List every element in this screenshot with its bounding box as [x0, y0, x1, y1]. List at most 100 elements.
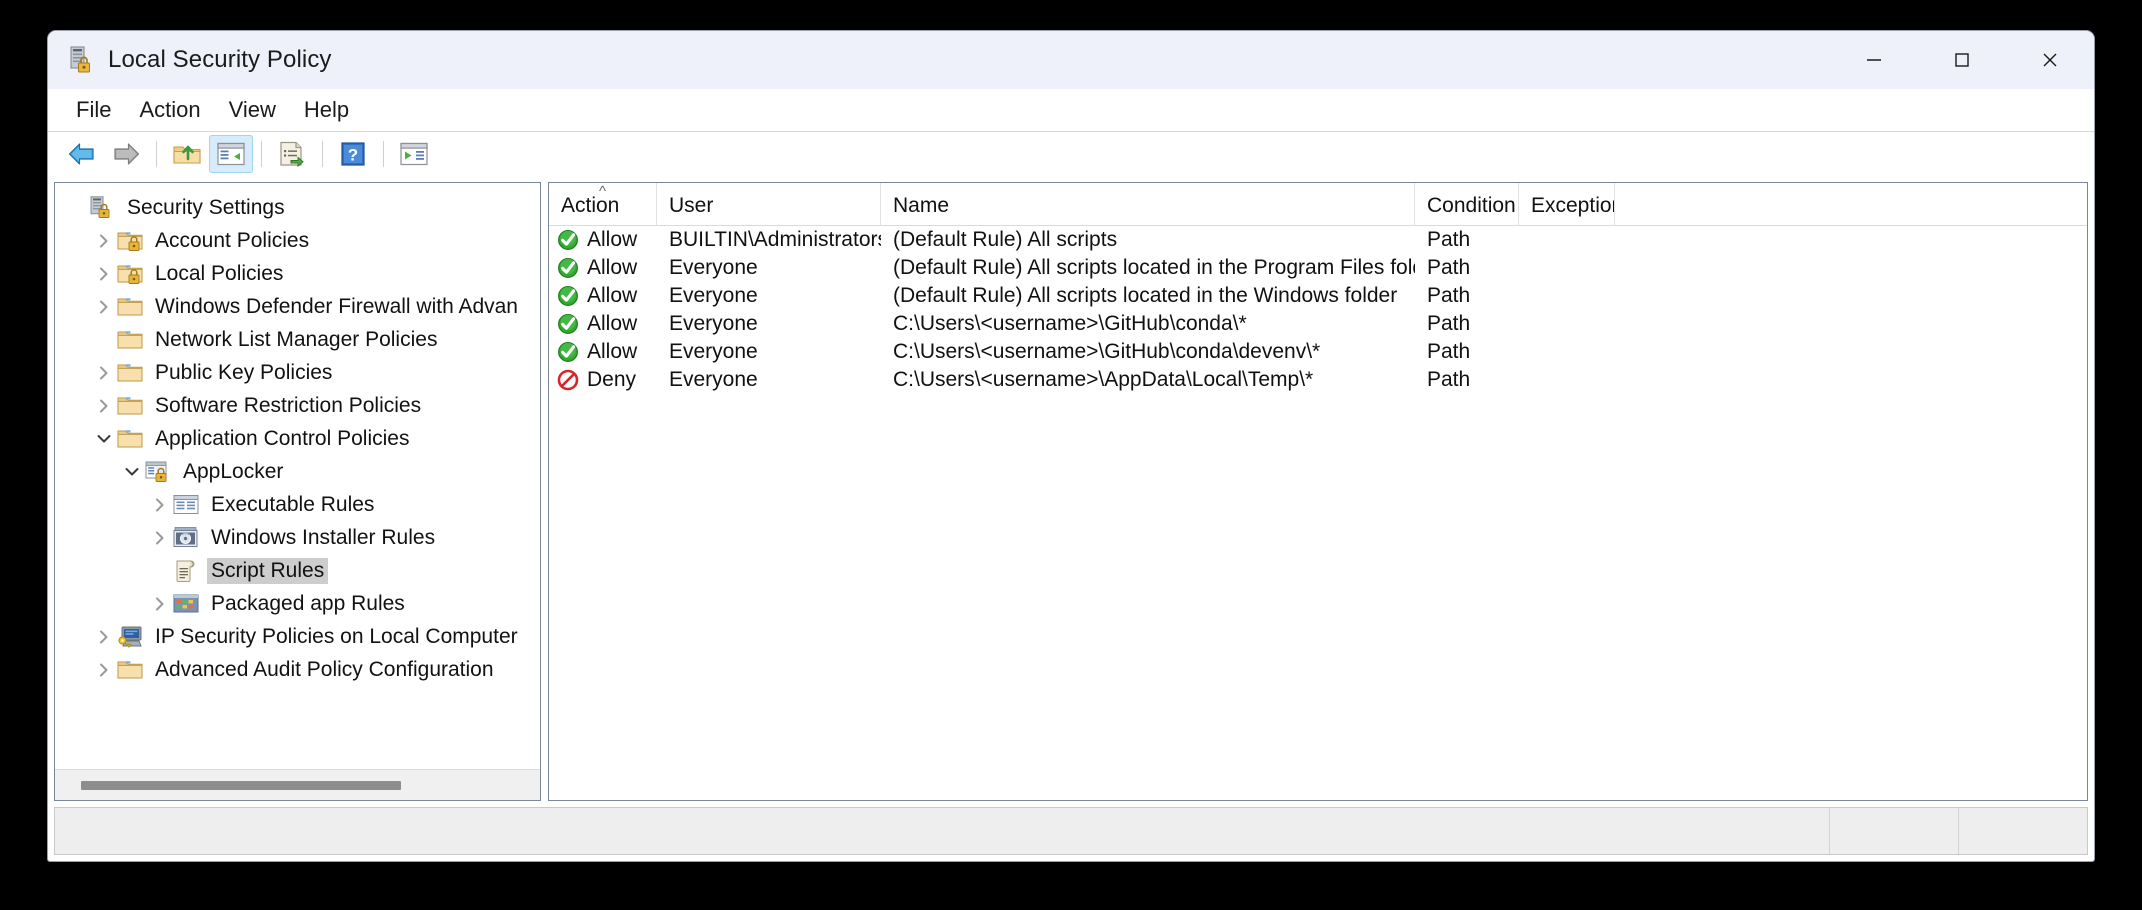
sort-ascending-icon: ^ [599, 184, 606, 199]
chevron-down-icon[interactable] [119, 459, 145, 485]
chevron-right-icon[interactable] [91, 228, 117, 254]
tree-item-application-control-policies[interactable]: Application Control Policies [55, 422, 540, 455]
chevron-right-icon[interactable] [91, 624, 117, 650]
cell-action: Allow [549, 340, 657, 364]
security-settings-icon [89, 196, 115, 220]
rule-row[interactable]: AllowEveryoneC:\Users\<username>\GitHub\… [549, 338, 2087, 366]
tree-item-ip-security-policies-on-local-computer[interactable]: IP Security Policies on Local Computer [55, 620, 540, 653]
forward-button[interactable] [104, 135, 148, 173]
rules-list-pane: ^ActionUserNameConditionExceptions Allow… [548, 182, 2088, 801]
allow-check-icon [557, 257, 579, 279]
cell-user: Everyone [657, 284, 881, 308]
tree-item-packaged-app-rules[interactable]: Packaged app Rules [55, 587, 540, 620]
folder-icon [117, 295, 143, 319]
tree-item-label: Windows Defender Firewall with Advan [151, 294, 522, 320]
cell-user: Everyone [657, 256, 881, 280]
help-button[interactable]: ? [331, 135, 375, 173]
folder-icon [117, 394, 143, 418]
tree-item-advanced-audit-policy-configuration[interactable]: Advanced Audit Policy Configuration [55, 653, 540, 686]
tree-item-security-settings[interactable]: Security Settings [55, 191, 540, 224]
cell-action: Allow [549, 312, 657, 336]
cell-name: C:\Users\<username>\AppData\Local\Temp\* [881, 368, 1415, 392]
rule-row[interactable]: AllowEveryone(Default Rule) All scripts … [549, 282, 2087, 310]
tree-item-network-list-manager-policies[interactable]: Network List Manager Policies [55, 323, 540, 356]
applocker-icon [145, 460, 171, 484]
menu-action[interactable]: Action [125, 93, 214, 127]
column-header-label: Name [893, 194, 949, 218]
export-list-button[interactable] [270, 135, 314, 173]
column-header-action[interactable]: ^Action [549, 183, 657, 225]
rule-row[interactable]: AllowEveryoneC:\Users\<username>\GitHub\… [549, 310, 2087, 338]
tree-item-account-policies[interactable]: Account Policies [55, 224, 540, 257]
installer-rules-icon [173, 526, 199, 550]
tree-item-label: Local Policies [151, 261, 287, 287]
rule-row[interactable]: AllowEveryone(Default Rule) All scripts … [549, 254, 2087, 282]
tree-item-local-policies[interactable]: Local Policies [55, 257, 540, 290]
tree-scroll-region[interactable]: Security Settings Account Policies Local… [55, 183, 540, 769]
chevron-right-icon[interactable] [91, 261, 117, 287]
chevron-right-icon[interactable] [147, 492, 173, 518]
tree-item-windows-defender-firewall-with-advan[interactable]: Windows Defender Firewall with Advan [55, 290, 540, 323]
chevron-right-icon[interactable] [91, 657, 117, 683]
up-one-level-button[interactable] [165, 135, 209, 173]
help-question-icon: ? [340, 141, 366, 167]
folder-lock-icon [117, 262, 143, 286]
menu-file[interactable]: File [62, 93, 125, 127]
ip-security-icon [117, 625, 143, 649]
chevron-right-icon[interactable] [147, 591, 173, 617]
column-header-condition[interactable]: Condition [1415, 183, 1519, 225]
column-header-exceptions[interactable]: Exceptions [1519, 183, 1615, 225]
column-header-label: Exceptions [1531, 194, 1615, 218]
chevron-right-icon[interactable] [91, 294, 117, 320]
column-header-name[interactable]: Name [881, 183, 1415, 225]
column-header-user[interactable]: User [657, 183, 881, 225]
minimize-button[interactable] [1830, 31, 1918, 89]
column-header-label: Action [561, 194, 619, 218]
chevron-right-icon[interactable] [147, 525, 173, 551]
maximize-icon [1952, 50, 1972, 70]
cell-condition: Path [1415, 284, 1519, 308]
ip-security-icon [117, 625, 143, 649]
packaged-app-rules-icon [173, 592, 199, 616]
rule-row[interactable]: DenyEveryoneC:\Users\<username>\AppData\… [549, 366, 2087, 394]
cell-action: Allow [549, 284, 657, 308]
tree-item-public-key-policies[interactable]: Public Key Policies [55, 356, 540, 389]
menu-help[interactable]: Help [290, 93, 363, 127]
tree-item-script-rules[interactable]: Script Rules [55, 554, 540, 587]
folder-icon [117, 328, 143, 352]
status-bar-segment-1 [1829, 808, 1958, 854]
close-icon [2040, 50, 2060, 70]
back-button[interactable] [60, 135, 104, 173]
rules-list-body[interactable]: AllowBUILTIN\Administrators(Default Rule… [549, 226, 2087, 800]
cell-action: Allow [549, 228, 657, 252]
tree-item-windows-installer-rules[interactable]: Windows Installer Rules [55, 521, 540, 554]
cell-name: C:\Users\<username>\GitHub\conda\* [881, 312, 1415, 336]
maximize-button[interactable] [1918, 31, 2006, 89]
menu-bar: File Action View Help [48, 89, 2094, 131]
show-action-pane-button[interactable] [392, 135, 436, 173]
action-label: Allow [587, 312, 637, 336]
action-pane-icon [400, 142, 428, 166]
menu-view[interactable]: View [215, 93, 290, 127]
cell-name: C:\Users\<username>\GitHub\conda\devenv\… [881, 340, 1415, 364]
tree-item-label: Network List Manager Policies [151, 327, 441, 353]
tree-item-label: Application Control Policies [151, 426, 413, 452]
tree-item-label: Advanced Audit Policy Configuration [151, 657, 498, 683]
chevron-down-icon[interactable] [91, 426, 117, 452]
tree-item-applocker[interactable]: AppLocker [55, 455, 540, 488]
status-bar-segment-2 [1958, 808, 2087, 854]
window-controls [1830, 31, 2094, 89]
show-console-tree-button[interactable] [209, 135, 253, 173]
tree-item-executable-rules[interactable]: Executable Rules [55, 488, 540, 521]
tree-item-software-restriction-policies[interactable]: Software Restriction Policies [55, 389, 540, 422]
action-label: Allow [587, 256, 637, 280]
folder-icon [117, 295, 143, 319]
close-button[interactable] [2006, 31, 2094, 89]
tree-scrollbar-thumb[interactable] [81, 781, 401, 790]
chevron-right-icon[interactable] [91, 393, 117, 419]
cell-user: BUILTIN\Administrators [657, 228, 881, 252]
tree-horizontal-scrollbar[interactable] [55, 769, 540, 800]
action-label: Allow [587, 340, 637, 364]
chevron-right-icon[interactable] [91, 360, 117, 386]
rule-row[interactable]: AllowBUILTIN\Administrators(Default Rule… [549, 226, 2087, 254]
